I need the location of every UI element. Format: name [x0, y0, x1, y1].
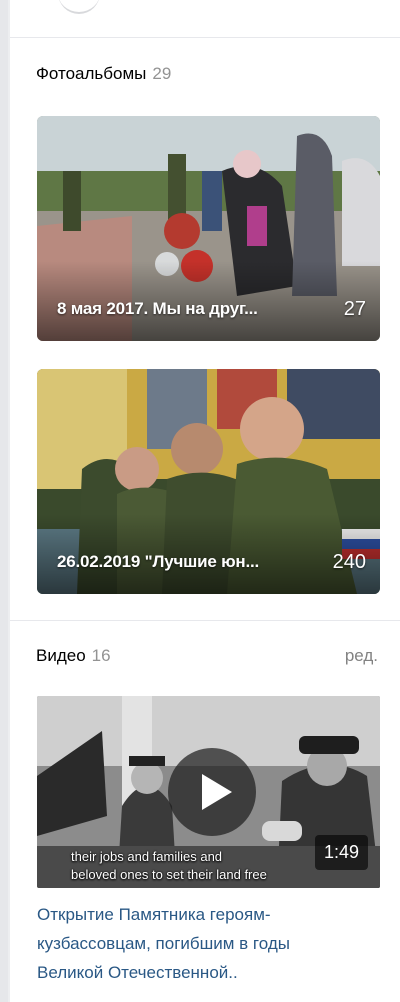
play-button[interactable]	[168, 748, 256, 836]
divider	[10, 620, 400, 621]
left-page-edge	[0, 0, 8, 1002]
divider	[10, 37, 400, 38]
videos-heading[interactable]: Видео	[36, 646, 86, 665]
photo-albums-heading[interactable]: Фотоальбомы	[36, 64, 146, 83]
photo-album-card[interactable]: 8 мая 2017. Мы на друг... 27	[37, 116, 380, 341]
subtitle-line: their jobs and families and	[71, 849, 223, 864]
video-title-link[interactable]: Открытие Памятника героям- кузбассовцам,…	[37, 900, 377, 987]
right-column-panel: Фотоальбомы 29 8 мая 2017. Мы на друг... …	[10, 0, 400, 1002]
album-photo-count: 27	[343, 298, 366, 320]
avatar-edge	[58, 0, 100, 14]
photo-album-card[interactable]: 26.02.2019 "Лучшие юн... 240	[37, 369, 380, 594]
photo-albums-header[interactable]: Фотоальбомы 29	[36, 64, 171, 84]
videos-count: 16	[91, 646, 111, 665]
video-title-line[interactable]: Открытие Памятника героям-	[37, 900, 377, 929]
video-title-line[interactable]: кузбассовцам, погибшим в годы	[37, 929, 377, 958]
video-duration: 1:49	[314, 835, 368, 870]
video-thumbnail[interactable]: their jobs and families and beloved ones…	[37, 696, 380, 888]
photo-albums-count: 29	[152, 64, 172, 83]
album-photo-count: 240	[332, 551, 366, 573]
video-subtitles: their jobs and families and beloved ones…	[71, 848, 267, 884]
album-title: 8 мая 2017. Мы на друг...	[57, 299, 258, 318]
album-title: 26.02.2019 "Лучшие юн...	[57, 552, 260, 571]
play-icon	[202, 774, 232, 810]
edit-videos-link[interactable]: ред.	[345, 646, 378, 666]
videos-header[interactable]: Видео 16	[36, 646, 111, 666]
subtitle-line: beloved ones to set their land free	[71, 867, 267, 882]
video-title-line[interactable]: Великой Отечественной..	[37, 958, 377, 987]
